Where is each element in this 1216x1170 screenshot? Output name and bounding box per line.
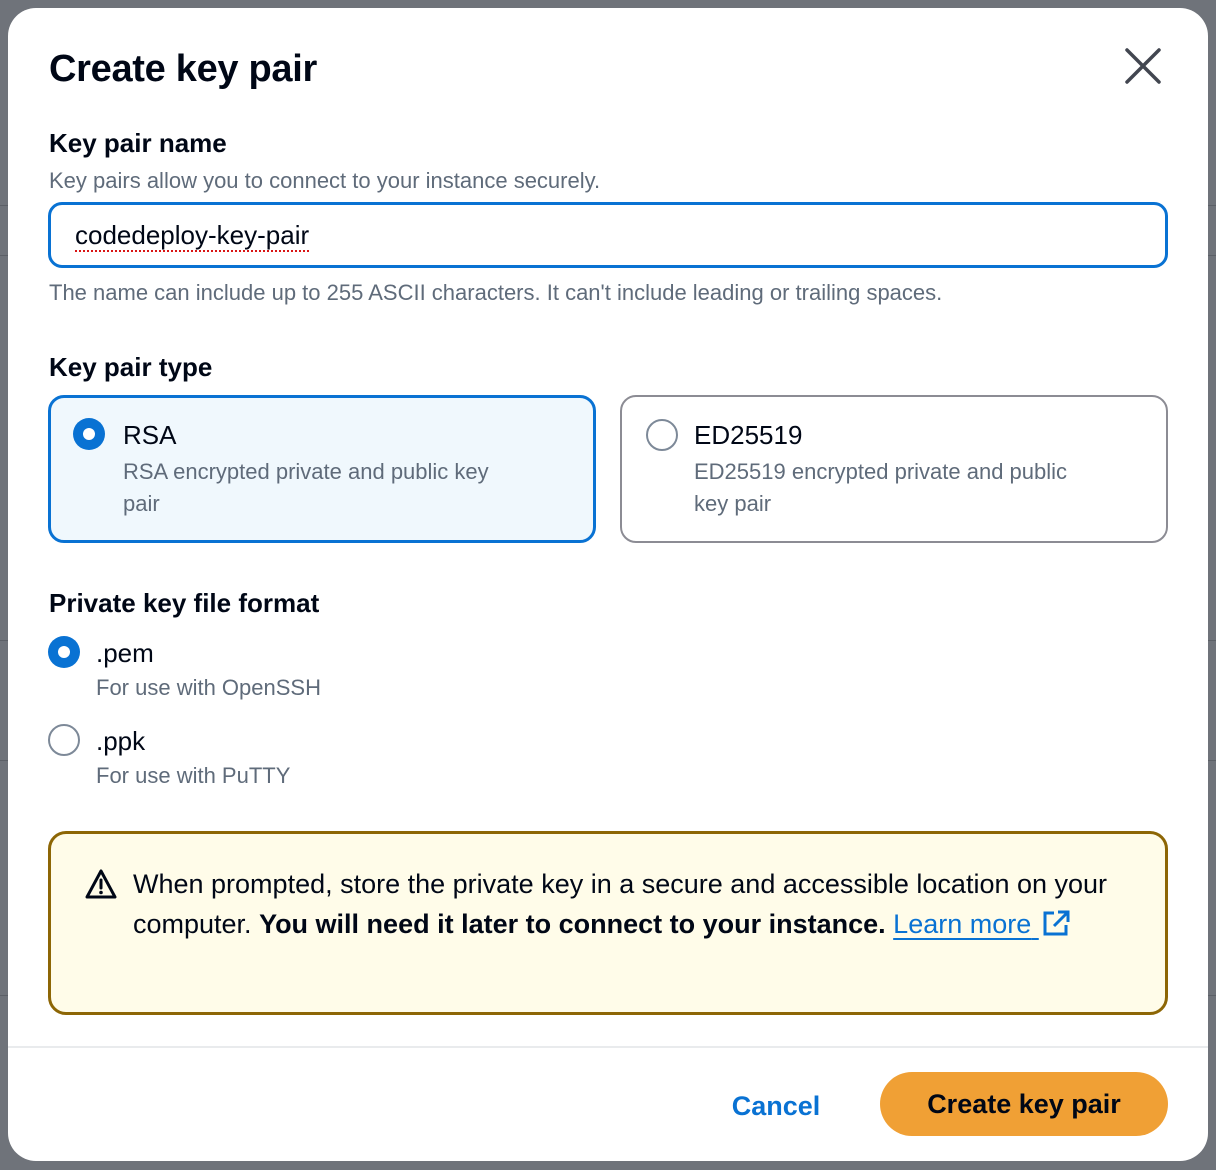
create-key-pair-modal: Create key pair Key pair name Key pairs … <box>8 8 1208 1161</box>
file-format-label: Private key file format <box>49 588 320 618</box>
key-pair-name-label: Key pair name <box>49 128 227 158</box>
warning-icon <box>85 869 117 899</box>
footer-divider <box>8 1046 1208 1048</box>
external-link-icon <box>1043 910 1070 936</box>
close-button[interactable] <box>1121 44 1165 88</box>
create-key-pair-button[interactable]: Create key pair <box>880 1072 1168 1136</box>
ppk-radio[interactable] <box>48 724 80 756</box>
rsa-description-line2: pair <box>123 491 160 516</box>
ed25519-radio[interactable] <box>646 419 678 451</box>
rsa-title: RSA <box>123 420 177 450</box>
close-icon <box>1125 48 1161 84</box>
rsa-description-line1: RSA encrypted private and public key <box>123 459 489 484</box>
key-type-tile-ed25519[interactable]: ED25519 ED25519 encrypted private and pu… <box>620 395 1168 543</box>
rsa-radio[interactable] <box>73 418 105 450</box>
key-type-tile-rsa[interactable]: RSA RSA encrypted private and public key… <box>48 395 596 543</box>
ed25519-description-line2: key pair <box>694 491 772 516</box>
ed25519-title: ED25519 <box>694 420 803 450</box>
pem-description: For use with OpenSSH <box>96 675 321 700</box>
key-pair-name-constraint: The name can include up to 255 ASCII cha… <box>49 280 943 305</box>
ed25519-description-line1: ED25519 encrypted private and public <box>694 459 1068 484</box>
modal-title: Create key pair <box>49 48 317 90</box>
alert-message: When prompted, store the private key in … <box>133 864 1133 944</box>
learn-more-link-text: Learn more <box>893 909 1032 939</box>
cancel-button[interactable]: Cancel <box>714 1080 838 1132</box>
warning-alert: When prompted, store the private key in … <box>48 831 1168 1015</box>
key-pair-name-input[interactable] <box>48 202 1168 268</box>
ppk-title[interactable]: .ppk <box>96 726 145 757</box>
alert-bold-text: You will need it later to connect to you… <box>259 909 886 939</box>
ppk-description: For use with PuTTY <box>96 763 291 788</box>
learn-more-link[interactable]: Learn more <box>893 909 1071 939</box>
key-pair-name-description: Key pairs allow you to connect to your i… <box>49 168 601 193</box>
pem-title[interactable]: .pem <box>96 638 154 669</box>
pem-radio[interactable] <box>48 636 80 668</box>
key-pair-type-label: Key pair type <box>49 352 213 382</box>
